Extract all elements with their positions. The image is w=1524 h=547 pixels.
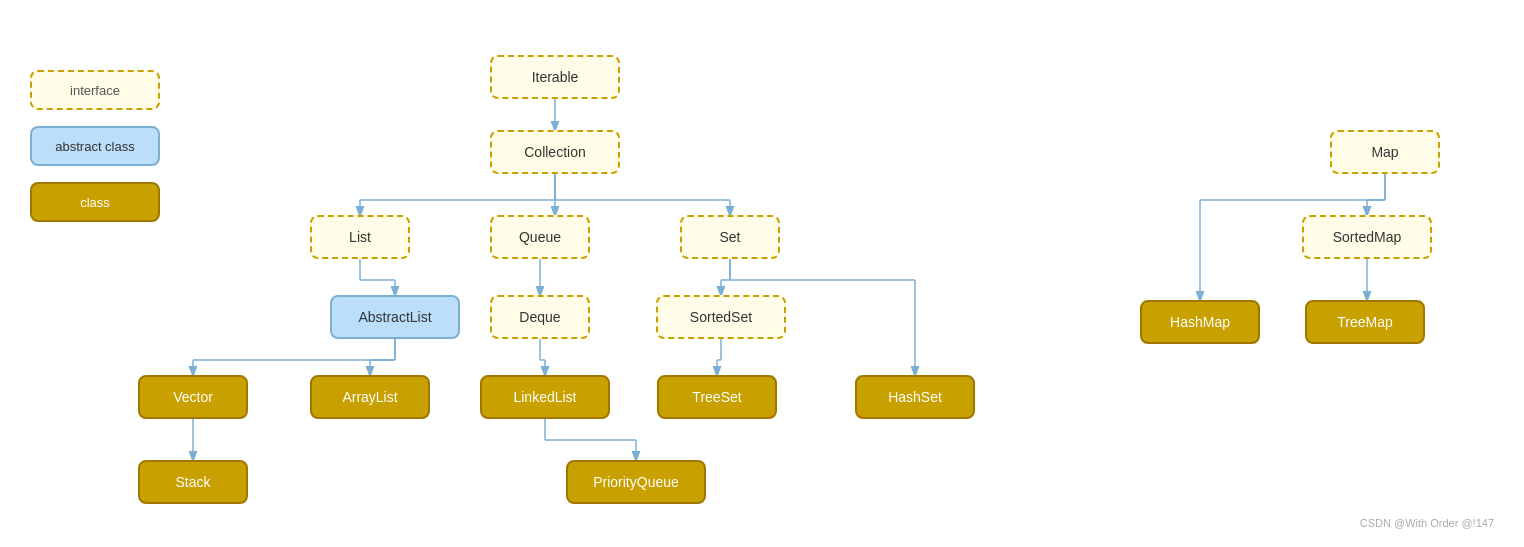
node-abstractList: AbstractList — [330, 295, 460, 339]
node-linkedList: LinkedList — [480, 375, 610, 419]
legend: interface abstract class class — [30, 70, 160, 222]
watermark: CSDN @With Order @!147 — [1360, 517, 1494, 529]
node-vector: Vector — [138, 375, 248, 419]
diagram-container: interface abstract class class — [0, 0, 1524, 547]
node-priorityQueue: PriorityQueue — [566, 460, 706, 504]
legend-interface-box: interface — [30, 70, 160, 110]
node-stack: Stack — [138, 460, 248, 504]
legend-class-item: class — [30, 182, 160, 222]
node-sortedSet: SortedSet — [656, 295, 786, 339]
legend-abstract-item: abstract class — [30, 126, 160, 166]
node-collection: Collection — [490, 130, 620, 174]
node-treeSet: TreeSet — [657, 375, 777, 419]
node-sortedMap: SortedMap — [1302, 215, 1432, 259]
legend-class-label: class — [80, 195, 110, 210]
node-map: Map — [1330, 130, 1440, 174]
node-deque: Deque — [490, 295, 590, 339]
node-hashMap: HashMap — [1140, 300, 1260, 344]
node-treeMap: TreeMap — [1305, 300, 1425, 344]
watermark-text: CSDN @With Order @!147 — [1360, 517, 1494, 529]
legend-interface-item: interface — [30, 70, 160, 110]
node-queue: Queue — [490, 215, 590, 259]
legend-class-box: class — [30, 182, 160, 222]
legend-abstract-label: abstract class — [55, 139, 134, 154]
node-set: Set — [680, 215, 780, 259]
node-arrayList: ArrayList — [310, 375, 430, 419]
legend-abstract-box: abstract class — [30, 126, 160, 166]
node-iterable: Iterable — [490, 55, 620, 99]
legend-interface-label: interface — [70, 83, 120, 98]
node-hashSet: HashSet — [855, 375, 975, 419]
node-list: List — [310, 215, 410, 259]
